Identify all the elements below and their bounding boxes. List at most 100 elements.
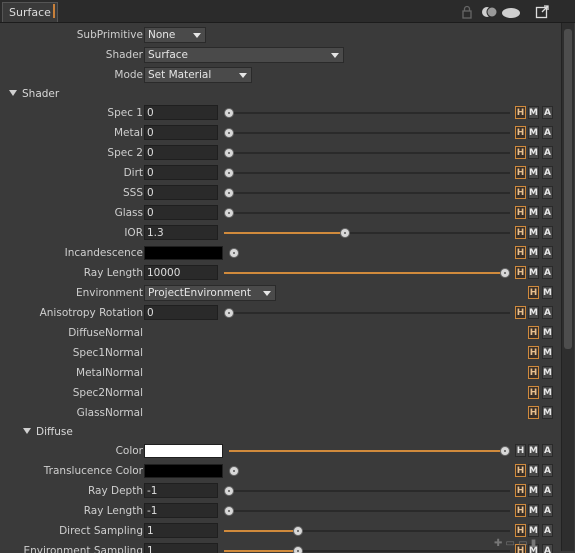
slider-track[interactable] bbox=[224, 510, 510, 512]
slider-knob[interactable] bbox=[500, 268, 510, 278]
slider-knob[interactable] bbox=[224, 486, 234, 496]
value-field[interactable]: 0 bbox=[144, 105, 218, 120]
h-button[interactable]: H bbox=[515, 166, 526, 179]
slider-knob[interactable] bbox=[500, 446, 510, 456]
a-button[interactable]: A bbox=[542, 146, 553, 159]
a-button[interactable]: A bbox=[542, 504, 553, 517]
value-field[interactable]: 0 bbox=[144, 165, 218, 180]
m-button[interactable]: M bbox=[528, 266, 539, 279]
slider-knob[interactable] bbox=[224, 128, 234, 138]
a-button[interactable]: A bbox=[542, 306, 553, 319]
slider-knob[interactable] bbox=[229, 248, 239, 258]
link-icon[interactable] bbox=[481, 5, 499, 19]
a-button[interactable]: A bbox=[542, 484, 553, 497]
m-button[interactable]: M bbox=[542, 346, 553, 359]
slider-knob[interactable] bbox=[224, 168, 234, 178]
m-button[interactable]: M bbox=[528, 306, 539, 319]
m-button[interactable]: M bbox=[528, 106, 539, 119]
m-button[interactable]: M bbox=[542, 326, 553, 339]
slider-track[interactable] bbox=[224, 212, 510, 214]
h-button[interactable]: H bbox=[515, 444, 526, 457]
h-button[interactable]: H bbox=[515, 106, 526, 119]
a-button[interactable]: A bbox=[542, 226, 553, 239]
slider-knob[interactable] bbox=[293, 526, 303, 536]
h-button[interactable]: H bbox=[515, 226, 526, 239]
m-button[interactable]: M bbox=[528, 246, 539, 259]
m-button[interactable]: M bbox=[528, 126, 539, 139]
color-swatch[interactable] bbox=[144, 464, 223, 478]
slider-track[interactable] bbox=[224, 112, 510, 114]
a-button[interactable]: A bbox=[542, 186, 553, 199]
a-button[interactable]: A bbox=[542, 444, 553, 457]
m-button[interactable]: M bbox=[528, 444, 539, 457]
m-button[interactable]: M bbox=[528, 206, 539, 219]
a-button[interactable]: A bbox=[542, 206, 553, 219]
m-button[interactable]: M bbox=[528, 186, 539, 199]
slider-knob[interactable] bbox=[224, 108, 234, 118]
environment-dropdown[interactable]: ProjectEnvironment bbox=[144, 285, 276, 301]
value-field[interactable]: -1 bbox=[144, 483, 218, 498]
slider-knob[interactable] bbox=[339, 228, 350, 238]
m-button[interactable]: M bbox=[528, 166, 539, 179]
m-button[interactable]: M bbox=[542, 386, 553, 399]
a-button[interactable]: A bbox=[542, 464, 553, 477]
h-button[interactable]: H bbox=[528, 366, 539, 379]
slider-track[interactable] bbox=[224, 172, 510, 174]
ellipse-icon[interactable] bbox=[501, 5, 521, 19]
h-button[interactable]: H bbox=[515, 246, 526, 259]
scrollbar-thumb[interactable] bbox=[564, 29, 572, 349]
h-button[interactable]: H bbox=[515, 146, 526, 159]
h-button[interactable]: H bbox=[515, 464, 526, 477]
shader-section-header[interactable]: Shader bbox=[9, 85, 59, 103]
a-button[interactable]: A bbox=[542, 106, 553, 119]
m-button[interactable]: M bbox=[542, 286, 553, 299]
value-field[interactable]: 0 bbox=[144, 125, 218, 140]
value-field[interactable]: 0 bbox=[144, 305, 218, 320]
tab-surface[interactable]: Surface bbox=[2, 2, 58, 22]
h-button[interactable]: H bbox=[515, 186, 526, 199]
m-button[interactable]: M bbox=[528, 226, 539, 239]
m-button[interactable]: M bbox=[528, 504, 539, 517]
shader-dropdown[interactable]: Surface bbox=[144, 47, 344, 63]
popout-icon[interactable] bbox=[535, 5, 549, 19]
value-field[interactable]: 0 bbox=[144, 205, 218, 220]
h-button[interactable]: H bbox=[528, 286, 539, 299]
vertical-scrollbar[interactable] bbox=[561, 23, 574, 551]
h-button[interactable]: H bbox=[515, 484, 526, 497]
h-button[interactable]: H bbox=[515, 306, 526, 319]
m-button[interactable]: M bbox=[542, 406, 553, 419]
slider-knob[interactable] bbox=[293, 546, 303, 553]
lock-icon[interactable] bbox=[460, 5, 474, 19]
m-button[interactable]: M bbox=[528, 524, 539, 537]
a-button[interactable]: A bbox=[542, 524, 553, 537]
m-button[interactable]: M bbox=[528, 464, 539, 477]
slider-track[interactable] bbox=[224, 152, 510, 154]
value-field[interactable]: 1.3 bbox=[144, 225, 218, 240]
h-button[interactable]: H bbox=[515, 206, 526, 219]
h-button[interactable]: H bbox=[528, 406, 539, 419]
color-swatch[interactable] bbox=[144, 246, 223, 260]
value-field[interactable]: -1 bbox=[144, 503, 218, 518]
value-field[interactable]: 1 bbox=[144, 543, 218, 553]
m-button[interactable]: M bbox=[528, 484, 539, 497]
a-button[interactable]: A bbox=[542, 266, 553, 279]
h-button[interactable]: H bbox=[515, 266, 526, 279]
slider-track[interactable] bbox=[224, 490, 510, 492]
h-button[interactable]: H bbox=[528, 386, 539, 399]
slider-knob[interactable] bbox=[224, 308, 234, 318]
h-button[interactable]: H bbox=[528, 326, 539, 339]
value-field[interactable]: 1 bbox=[144, 523, 218, 538]
subprimitive-dropdown[interactable]: None bbox=[144, 27, 206, 43]
h-button[interactable]: H bbox=[528, 346, 539, 359]
resize-grip-icon[interactable]: ✚ ▭ ▭ ▮ bbox=[494, 538, 554, 550]
h-button[interactable]: H bbox=[515, 524, 526, 537]
mode-dropdown[interactable]: Set Material bbox=[144, 67, 252, 83]
slider-knob[interactable] bbox=[224, 506, 234, 516]
m-button[interactable]: M bbox=[528, 146, 539, 159]
a-button[interactable]: A bbox=[542, 166, 553, 179]
value-field[interactable]: 0 bbox=[144, 185, 218, 200]
slider-knob[interactable] bbox=[224, 208, 234, 218]
slider-knob[interactable] bbox=[229, 466, 239, 476]
m-button[interactable]: M bbox=[542, 366, 553, 379]
value-field[interactable]: 10000 bbox=[144, 265, 218, 280]
